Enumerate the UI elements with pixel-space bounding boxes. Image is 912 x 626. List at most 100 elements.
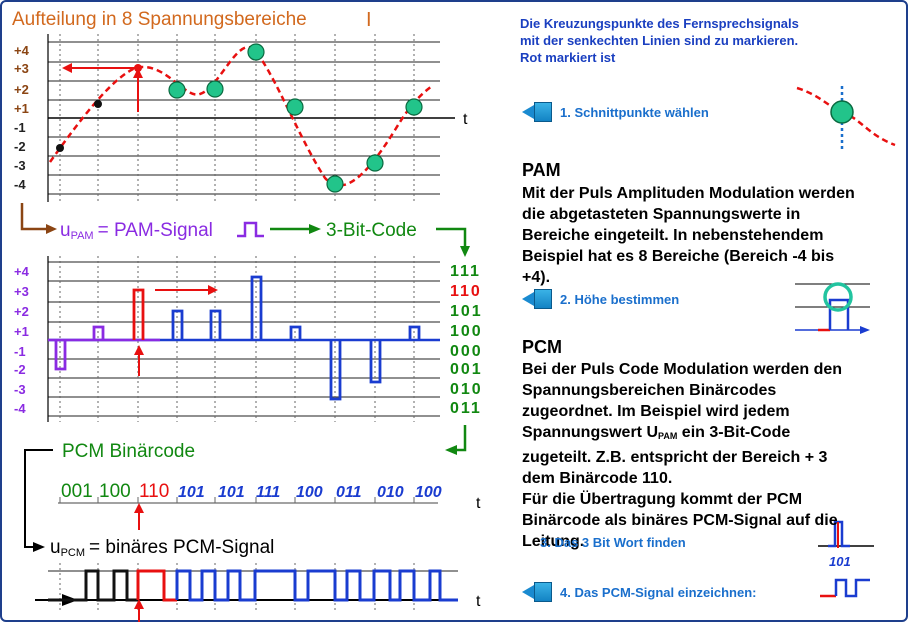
u-pcm-u: u	[50, 537, 61, 558]
graph-pam: +4 +3 +2 +1 -1 -2 -3 -4 111 110 101 100 000001 010 01…	[14, 256, 483, 422]
pcm-word: 111	[256, 484, 280, 501]
pcm-line: Binärcode als binäres PCM-Signal auf die	[522, 512, 838, 529]
pcm-signal-red	[136, 569, 177, 602]
level-label: -3	[14, 158, 26, 173]
arrow-icon	[522, 289, 552, 309]
level-label: +3	[14, 61, 29, 76]
sample-dot	[366, 154, 384, 172]
pcm-line: dem Binärcode 110.	[522, 470, 673, 487]
step-3-label: 3. Das 3 Bit Wort finden	[540, 534, 686, 550]
pam-heading: PAM	[522, 160, 561, 180]
pcm-word: 100	[99, 481, 131, 502]
u-pcm-eq: = binäres PCM-Signal	[89, 537, 274, 558]
illustration-intersection	[796, 86, 896, 152]
pulse-icon	[237, 221, 264, 238]
level-label: +3	[14, 284, 29, 299]
pam-pulse	[329, 340, 342, 401]
graph-pcm-signal: t	[35, 563, 481, 622]
binary-code: 100	[450, 323, 483, 340]
axis-t-4: t	[476, 593, 481, 610]
connector-pam: uPAM = PAM-Signal 3-Bit-Code	[20, 203, 470, 257]
sample-dot	[286, 98, 304, 116]
sample-dot	[206, 80, 224, 98]
step-1[interactable]: 1. Schnittpunkte wählen	[522, 102, 709, 122]
binary-code: 010	[450, 381, 483, 398]
graph-signal: +4 +3 +2 +1 -1 -2 -3 -4 t	[14, 34, 468, 202]
axis-t-1: t	[463, 111, 468, 128]
step3-mini-code: 101	[829, 554, 851, 569]
step-4[interactable]: 4. Das PCM-Signal einzeichnen:	[522, 582, 757, 602]
pcm-line-u: Spannungswert UPAM ein 3-Bit-Code	[522, 424, 791, 441]
level-label: -3	[14, 382, 26, 397]
height-arrow-head-1	[62, 63, 72, 73]
level-label: -2	[14, 139, 26, 154]
binary-code: 000	[450, 343, 483, 360]
sample-dot	[405, 98, 423, 116]
binary-code: 111	[450, 263, 481, 280]
sample-dot	[56, 144, 64, 152]
note-line: Rot markiert ist	[520, 50, 616, 65]
pam-pulse	[408, 325, 421, 340]
pam-line: +4).	[522, 269, 551, 286]
sample-dot	[168, 81, 186, 99]
note-line: mit der senkechten Linien sind zu markie…	[520, 33, 799, 48]
binary-code: 101	[450, 303, 483, 320]
level-label: +4	[14, 264, 30, 279]
title: Aufteilung in 8 Spannungsbereiche	[12, 9, 307, 30]
title-cursor: I	[366, 9, 372, 31]
pam-line: Beispiel hat es 8 Bereiche (Bereich -4 b…	[522, 248, 835, 265]
pcm-binaercode-label: PCM Binärcode	[62, 441, 195, 462]
pam-pulse	[171, 309, 184, 340]
pam-pulse	[54, 340, 67, 371]
sample-arrow-head-2	[134, 345, 144, 355]
pcm-signal-black	[48, 569, 138, 602]
pcm-description: Bei der Puls Code Modulation werden den …	[522, 359, 842, 552]
pam-line: die abgetasteten Spannungswerte in	[522, 206, 801, 223]
pcm-signal-blue	[175, 569, 458, 602]
level-label: +2	[14, 82, 29, 97]
level-label: -1	[14, 120, 26, 135]
step-2[interactable]: 2. Höhe bestimmen	[522, 289, 679, 309]
pam-line: Bereiche eingeteilt. In nebenstehendem	[522, 227, 824, 244]
instruction-note: Die Kreuzungspunkte des Fernsprechsignal…	[520, 15, 900, 66]
svg-text:uPAM= PAM-Signal: uPAM = PAM-Signal	[60, 220, 213, 242]
step-3[interactable]: 3. Das 3 Bit Wort finden	[532, 532, 686, 552]
level-label: -2	[14, 362, 26, 377]
binary-code: 110	[450, 283, 482, 300]
pcm-words: 001 100 110 101 101 111 100 011 010 100 t	[58, 481, 481, 530]
binary-code: 001	[450, 361, 483, 378]
pam-pulse	[209, 309, 222, 340]
u-pam-eq: = PAM-Signal	[98, 220, 213, 241]
height-arrow-head-2	[208, 285, 218, 295]
axis-t-3: t	[476, 495, 481, 512]
pcm-word: 100	[415, 484, 442, 501]
pcm-word: 110	[139, 481, 169, 502]
connector-signal: uPCM = binäres PCM-Signal	[24, 458, 274, 559]
step-2-label: 2. Höhe bestimmen	[560, 291, 680, 307]
pam-line: Mit der Puls Amplituden Modulation werde…	[522, 185, 855, 202]
code-label: 3-Bit-Code	[326, 220, 417, 241]
level-label: +2	[14, 304, 29, 319]
sample-dot	[247, 43, 265, 61]
connector-pcm: PCM Binärcode	[24, 425, 467, 462]
level-label: -1	[14, 344, 26, 359]
pcm-line: zugeordnet. Im Beispiel wird jedem	[522, 403, 790, 420]
pcm-word: 101	[178, 484, 205, 501]
sample-arrow-head-3	[134, 503, 144, 513]
step-1-label: 1. Schnittpunkte wählen	[560, 104, 709, 120]
binary-code: 011	[450, 400, 482, 417]
pcm-line: Für die Übertragung kommt der PCM	[522, 491, 803, 508]
arrow-icon	[522, 102, 552, 122]
level-label: +1	[14, 101, 29, 116]
sample-dot	[94, 100, 102, 108]
pam-pulse	[289, 325, 302, 340]
u-pam-sub: PAM	[71, 230, 94, 242]
illustration-pcm-signal	[820, 578, 870, 598]
level-label: -4	[14, 401, 26, 416]
level-label: -4	[14, 177, 26, 192]
pcm-word: 011	[336, 484, 362, 501]
pcm-line: Bei der Puls Code Modulation werden den	[522, 361, 843, 378]
svg-text:uPCM= binäres PCM-Signal: uPCM = binäres PCM-Signal	[50, 537, 274, 559]
pam-description: Mit der Puls Amplituden Modulation werde…	[522, 183, 855, 288]
pcm-word: 100	[296, 484, 323, 501]
